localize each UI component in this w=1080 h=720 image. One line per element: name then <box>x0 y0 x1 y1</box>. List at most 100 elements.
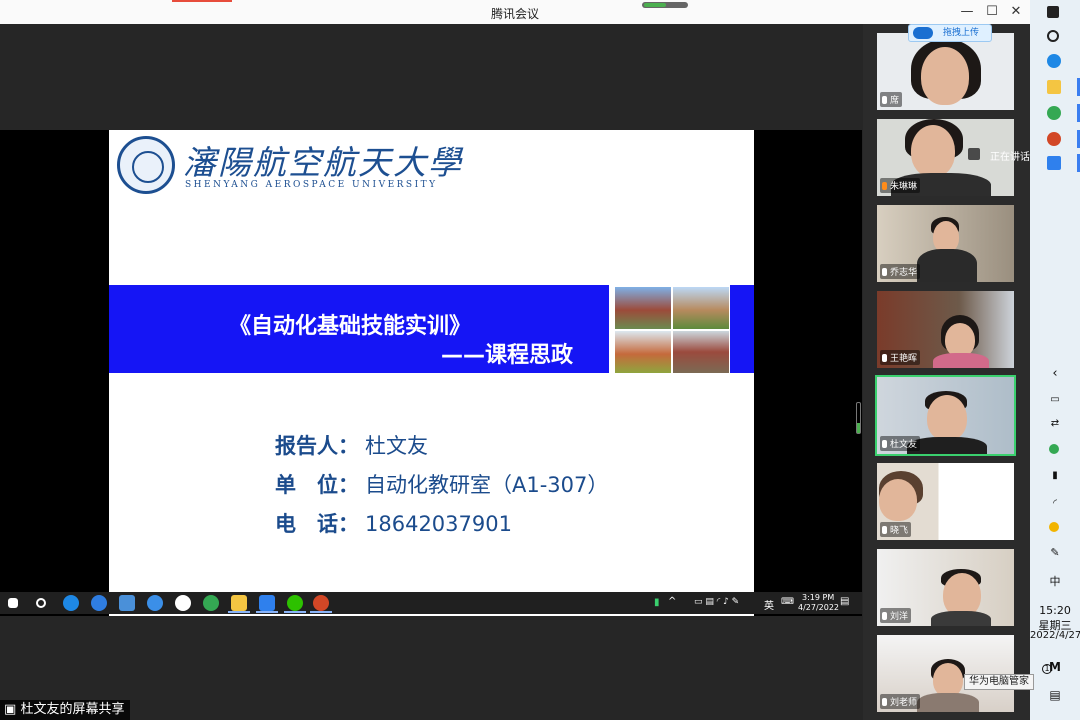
campus-photo-1 <box>615 287 671 329</box>
mic-icon <box>882 354 887 362</box>
windows-taskbar: ‹ ▭ ⇄ ▮ ◜ ✎ 中 15:20 星期三 2022/4/27 M 1 ▤ <box>1030 0 1080 720</box>
huawei-pc-manager-icon[interactable]: M <box>1030 660 1080 674</box>
wechat-icon <box>287 595 303 611</box>
windows-start-icon[interactable] <box>1047 6 1059 18</box>
green-tray-icon[interactable] <box>1049 444 1059 454</box>
minimize-button[interactable]: — <box>958 3 976 21</box>
mic-icon <box>882 526 887 534</box>
screen-share-area[interactable]: 瀋陽航空航天大學 SHENYANG AEROSPACE UNIVERSITY 《… <box>0 24 863 720</box>
battery-icon[interactable]: ▭ <box>1030 394 1080 405</box>
close-button[interactable]: ✕ <box>1007 3 1025 21</box>
participant-tile[interactable]: 王艳晖 <box>877 291 1014 368</box>
tray-lang: 英 <box>764 601 774 612</box>
course-title: 《自动化基础技能实训》 <box>229 314 472 339</box>
mic-icon <box>882 440 887 448</box>
university-name-en: SHENYANG AEROSPACE UNIVERSITY <box>185 180 438 190</box>
powerpoint-icon <box>313 595 329 611</box>
folder-icon[interactable] <box>1047 80 1061 94</box>
participant-tile-active[interactable]: 杜文友 <box>875 375 1016 456</box>
volume-indicator <box>856 402 861 434</box>
participant-name: 刘洋 <box>880 608 912 623</box>
taskbar-indicator <box>228 611 250 613</box>
speaking-icon <box>968 148 980 160</box>
tooltip: 华为电脑管家 <box>964 674 1034 690</box>
participant-name: 晓飞 <box>880 522 912 537</box>
mic-icon <box>882 182 887 190</box>
reporter-line: 报告人： 杜文友 <box>275 430 428 460</box>
participant-name: 乔志华 <box>880 264 921 279</box>
participant-tile[interactable]: 刘洋 <box>877 549 1014 626</box>
pen-icon[interactable]: ✎ <box>1030 546 1080 559</box>
search-icon <box>36 598 46 608</box>
university-name-cn: 瀋陽航空航天大學 <box>183 143 463 182</box>
green-app-icon <box>203 595 219 611</box>
keyboard-icon: ⌨ <box>781 597 794 607</box>
meeting-icon <box>259 595 275 611</box>
tray-date: 4/27/2022 <box>798 603 840 612</box>
campus-photo-3 <box>615 331 671 373</box>
participant-tile[interactable]: 晓飞 <box>877 463 1014 540</box>
participant-tile[interactable]: 乔志华 <box>877 205 1014 282</box>
participant-name: 王艳晖 <box>880 350 921 365</box>
participant-name: 杜文友 <box>880 436 921 451</box>
campus-photo-4 <box>673 331 729 373</box>
security-tray-icon[interactable] <box>1049 522 1059 532</box>
tray-chevron-icon: ^ <box>668 596 677 607</box>
folder-icon <box>231 595 247 611</box>
unit-label: 单 位： <box>275 473 359 497</box>
app-icon <box>175 595 191 611</box>
edge-icon <box>63 595 79 611</box>
speaking-tag: 正在讲话 <box>990 152 1030 163</box>
window-title: 腾讯会议 <box>490 7 539 21</box>
course-subtitle: ——课程思政 <box>441 343 574 368</box>
wifi-icon[interactable]: ◜ <box>1030 498 1080 509</box>
edge-icon[interactable] <box>1047 54 1061 68</box>
university-seal-icon <box>117 136 175 194</box>
tray-icons: ▭ ▤ ◜ ♪ ✎ <box>694 597 740 607</box>
title-banner-end <box>730 285 754 373</box>
reporter-label: 报告人： <box>275 434 359 458</box>
shared-taskbar: ▮ ^ ▭ ▤ ◜ ♪ ✎ 英 ⌨ 3:19 PM 4/27/2022 ▤ <box>0 592 862 614</box>
unit-line: 单 位： 自动化教研室（A1-307） <box>275 469 608 499</box>
taskbar-indicator <box>310 611 332 613</box>
notification-badge: 1 <box>1042 664 1052 674</box>
taskbar-indicator <box>284 611 306 613</box>
participant-name: 刘老师 <box>880 694 921 709</box>
battery-icon: ▮ <box>654 597 660 608</box>
action-center-icon[interactable]: ▤ <box>1030 688 1080 702</box>
tray-time: 3:19 PM <box>802 593 835 602</box>
mic-icon <box>882 268 887 276</box>
clock-date[interactable]: 2022/4/27 <box>1030 630 1080 641</box>
search-icon[interactable] <box>1047 30 1059 42</box>
browser-icon <box>147 595 163 611</box>
tray-chevron-icon[interactable]: ‹ <box>1030 366 1080 381</box>
network-signal-icon[interactable] <box>642 2 688 8</box>
settings-toggle-icon[interactable]: ⇄ <box>1030 418 1080 429</box>
campus-photo-2 <box>673 287 729 329</box>
microphone-icon[interactable]: ▮ <box>1030 470 1080 481</box>
notification-icon: ▤ <box>840 596 850 607</box>
ime-indicator[interactable]: 中 <box>1030 573 1080 589</box>
mail-icon <box>119 595 135 611</box>
share-mic-icon: ▣ <box>4 702 17 717</box>
participant-name: 席 <box>880 92 903 107</box>
green-app-icon[interactable] <box>1047 106 1061 120</box>
powerpoint-icon[interactable] <box>1047 132 1061 146</box>
participant-tile[interactable]: 席 <box>877 33 1014 110</box>
shared-screen: 瀋陽航空航天大學 SHENYANG AEROSPACE UNIVERSITY 《… <box>0 130 862 616</box>
mic-icon <box>882 612 887 620</box>
maximize-button[interactable]: ☐ <box>983 3 1001 21</box>
unit-value: 自动化教研室（A1-307） <box>365 473 609 497</box>
drag-upload-button[interactable]: 拖拽上传 <box>908 24 992 42</box>
ie-icon <box>91 595 107 611</box>
clock-time[interactable]: 15:20 <box>1030 604 1080 617</box>
screen-share-label: ▣ 杜文友的屏幕共享 <box>0 700 131 720</box>
phone-value: 18642037901 <box>365 512 512 536</box>
windows-start-icon <box>8 598 18 608</box>
title-accent <box>172 0 232 2</box>
phone-label: 电 话： <box>275 512 359 536</box>
presentation-slide: 瀋陽航空航天大學 SHENYANG AEROSPACE UNIVERSITY 《… <box>109 130 754 616</box>
tencent-meeting-icon[interactable] <box>1047 156 1061 170</box>
mic-icon <box>882 96 887 104</box>
participant-name: 朱琳琳 <box>880 178 921 193</box>
